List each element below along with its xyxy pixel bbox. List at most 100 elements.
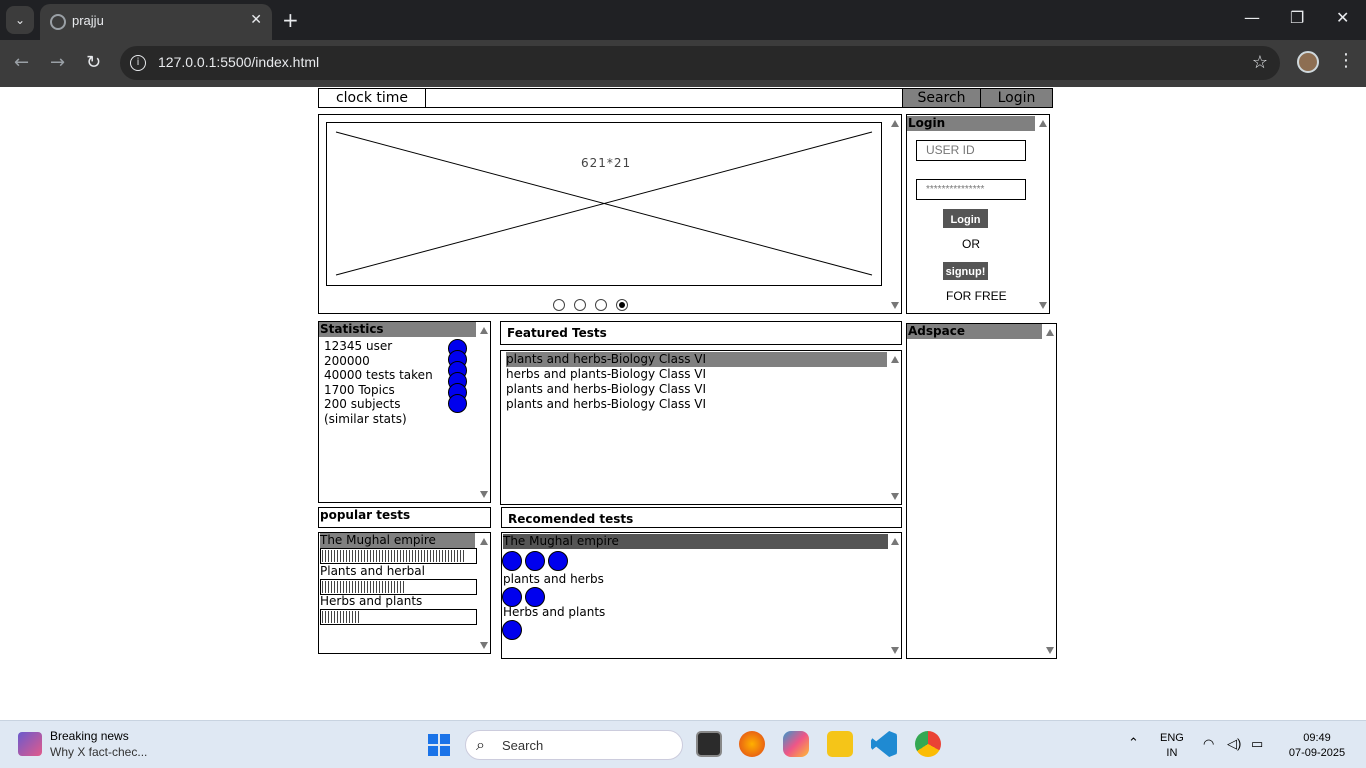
stat-item: 12345 user (324, 339, 393, 353)
stat-circle-icon (448, 394, 467, 413)
language-indicator[interactable]: ENG IN (1160, 731, 1184, 761)
placeholder-cross (335, 131, 873, 276)
featured-item[interactable]: plants and herbs-Biology Class VI (506, 352, 887, 367)
browser-tab[interactable]: prajju ✕ (40, 4, 272, 40)
password-field[interactable]: *************** (916, 179, 1026, 200)
signup-button[interactable]: signup! (943, 262, 988, 280)
scroll-up-icon[interactable] (891, 356, 899, 363)
scroll-up-icon[interactable] (891, 120, 899, 127)
rating-circle-icon (548, 551, 568, 571)
vscode-icon[interactable] (871, 731, 897, 757)
popular-title: popular tests (318, 507, 491, 528)
task-view-icon[interactable] (696, 731, 722, 757)
rating-circle-icon (525, 587, 545, 607)
featured-item[interactable]: plants and herbs-Biology Class VI (506, 397, 706, 412)
adspace-title: Adspace (907, 324, 1042, 339)
login-button[interactable]: Login (943, 209, 988, 228)
search-input[interactable] (426, 89, 902, 107)
back-icon[interactable]: ← (14, 52, 29, 73)
rating-circle-icon (502, 620, 522, 640)
wifi-icon[interactable]: ◠ (1203, 736, 1214, 751)
stat-item: 40000 tests taken (324, 368, 433, 382)
taskbar: Breaking news Why X fact-chec... ⌕ Searc… (0, 720, 1366, 768)
featured-item[interactable]: herbs and plants-Biology Class VI (506, 367, 706, 382)
rating-circle-icon (502, 551, 522, 571)
progress-fill (322, 611, 359, 623)
userid-field[interactable]: USER ID (916, 140, 1026, 161)
reload-icon[interactable]: ↻ (86, 52, 101, 73)
popular-item[interactable]: Plants and herbal (320, 564, 425, 579)
recommended-list: The Mughal empire plants and herbs Herbs… (501, 532, 902, 659)
info-icon[interactable]: i (130, 55, 146, 71)
scroll-up-icon[interactable] (480, 538, 488, 545)
close-window-icon[interactable]: ✕ (1336, 8, 1349, 27)
url-text[interactable]: 127.0.0.1:5500/index.html (158, 54, 319, 70)
new-tab-icon[interactable]: + (282, 8, 299, 32)
news-subtitle[interactable]: Why X fact-chec... (50, 745, 147, 759)
forward-icon[interactable]: → (50, 52, 65, 73)
tab-search-icon[interactable]: ⌄ (6, 6, 34, 34)
recommended-item[interactable]: plants and herbs (503, 572, 604, 587)
stat-item: 1700 Topics (324, 382, 395, 397)
taskbar-search[interactable]: ⌕ Search (465, 730, 683, 760)
search-button[interactable]: Search (902, 89, 980, 107)
star-icon[interactable]: ☆ (1252, 52, 1268, 73)
clock-tray[interactable]: 09:49 07-09-2025 (1282, 731, 1352, 761)
copilot-icon[interactable] (783, 731, 809, 757)
scroll-down-icon[interactable] (891, 493, 899, 500)
firefox-icon[interactable] (739, 731, 765, 757)
popular-item[interactable]: Herbs and plants (320, 594, 422, 609)
popular-item[interactable]: The Mughal empire (320, 533, 475, 548)
volume-icon[interactable]: ◁) (1227, 736, 1241, 751)
rating-circle-icon (502, 587, 522, 607)
news-title[interactable]: Breaking news (50, 729, 129, 743)
progress-fill (322, 550, 466, 562)
carousel: 621*21 (318, 114, 902, 314)
statistics-title: Statistics (319, 322, 476, 337)
maximize-icon[interactable]: ❐ (1290, 8, 1304, 27)
rating-row (502, 551, 568, 571)
scroll-down-icon[interactable] (891, 302, 899, 309)
recommended-item[interactable]: The Mughal empire (503, 534, 888, 549)
featured-title: Featured Tests (500, 321, 902, 345)
carousel-dot[interactable] (595, 299, 607, 311)
chrome-icon[interactable] (915, 731, 941, 757)
windows-start-icon[interactable] (428, 734, 450, 756)
login-button-top[interactable]: Login (980, 89, 1052, 107)
stat-item: 200000 (324, 353, 370, 368)
scroll-up-icon[interactable] (480, 327, 488, 334)
carousel-dot-active[interactable] (616, 299, 628, 311)
login-title: Login (907, 116, 1035, 131)
menu-icon[interactable]: ⋮ (1337, 50, 1355, 71)
taskbar-search-label: Search (502, 738, 544, 753)
recommended-item[interactable]: Herbs and plants (503, 605, 605, 620)
address-bar[interactable]: i 127.0.0.1:5500/index.html ☆ (120, 46, 1280, 80)
scroll-up-icon[interactable] (891, 538, 899, 545)
scroll-down-icon[interactable] (1046, 647, 1054, 654)
news-icon[interactable] (18, 732, 42, 756)
avatar[interactable] (1297, 51, 1319, 73)
carousel-dots (553, 296, 637, 315)
featured-item[interactable]: plants and herbs-Biology Class VI (506, 382, 706, 397)
statistics-panel: Statistics 12345 user 200000 40000 tests… (318, 321, 491, 503)
carousel-dot[interactable] (553, 299, 565, 311)
rating-row (502, 587, 545, 607)
battery-icon[interactable]: ▭ (1251, 736, 1263, 751)
scroll-down-icon[interactable] (891, 647, 899, 654)
minimize-icon[interactable]: — (1244, 8, 1260, 27)
tray-date: 07-09-2025 (1288, 747, 1346, 759)
chevron-up-icon[interactable]: ⌃ (1128, 735, 1139, 750)
file-explorer-icon[interactable] (827, 731, 853, 757)
scroll-up-icon[interactable] (1039, 120, 1047, 127)
scroll-down-icon[interactable] (1039, 302, 1047, 309)
carousel-dot[interactable] (574, 299, 586, 311)
scroll-up-icon[interactable] (1046, 329, 1054, 336)
clock-time: clock time (319, 89, 426, 107)
lang-top: ENG (1160, 732, 1184, 744)
login-panel: Login USER ID *************** Login OR s… (906, 114, 1050, 314)
close-icon[interactable]: ✕ (250, 12, 262, 28)
scroll-down-icon[interactable] (480, 642, 488, 649)
scroll-down-icon[interactable] (480, 491, 488, 498)
or-text: OR (962, 237, 980, 251)
tab-strip: ⌄ prajju ✕ + — ❐ ✕ (0, 0, 1366, 40)
